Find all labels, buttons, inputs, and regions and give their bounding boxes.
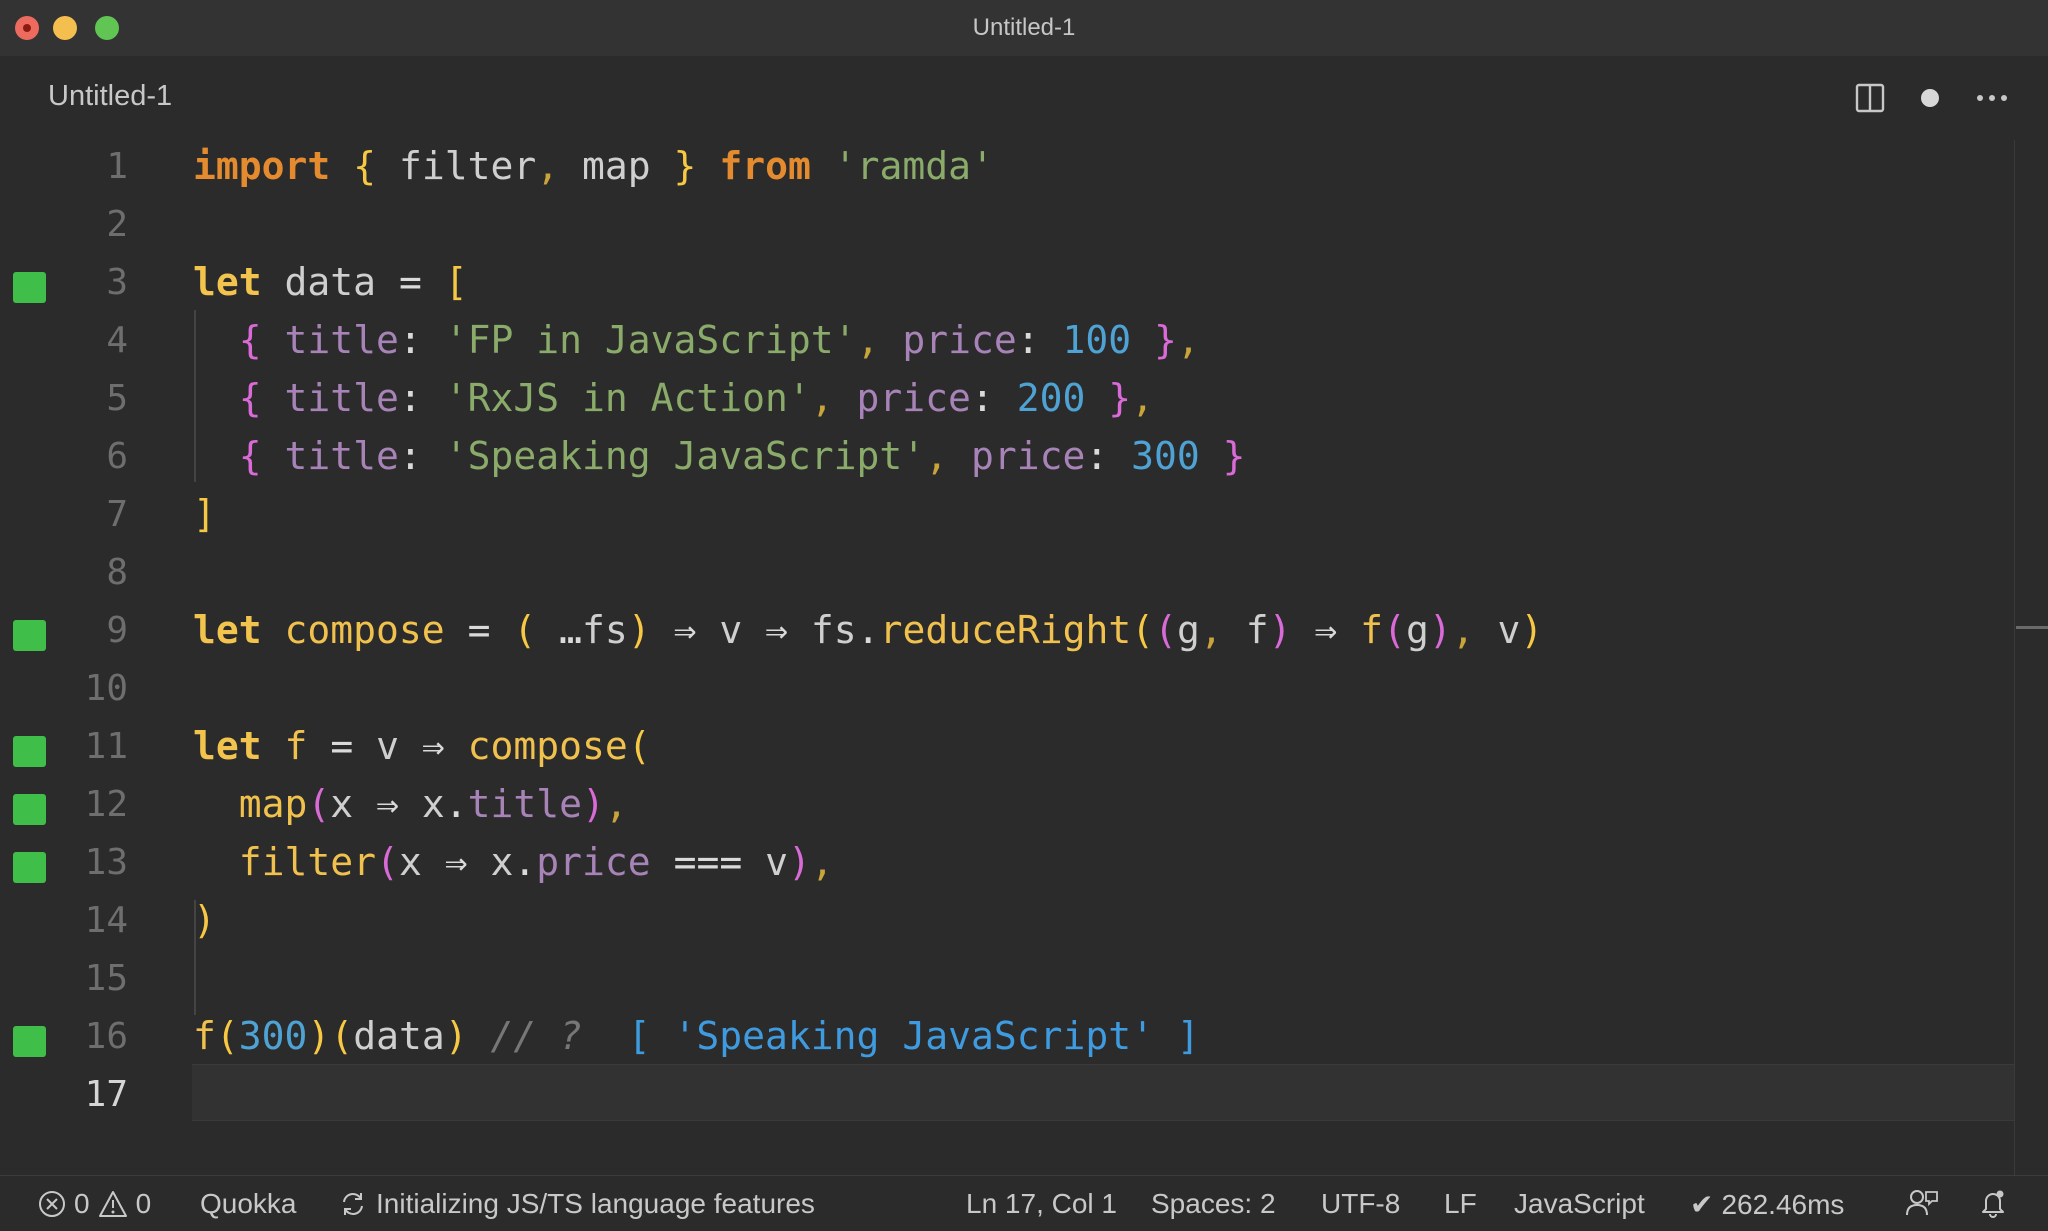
line-number: 11 <box>84 726 128 767</box>
code-line[interactable]: 7 ] <box>0 488 2014 546</box>
line-number: 16 <box>84 1016 128 1057</box>
title-bar: Untitled-1 <box>0 0 2048 56</box>
code-line[interactable]: 13 filter(x ⇒ x.price === v), <box>0 836 2014 894</box>
problems-indicator[interactable]: 0 0 <box>38 1188 151 1220</box>
language-status-text: Initializing JS/TS language features <box>376 1188 815 1219</box>
code-text: { title: 'RxJS in Action', price: 200 }, <box>238 376 1155 420</box>
line-number: 2 <box>106 204 128 245</box>
warning-icon <box>98 1191 127 1217</box>
code-editor[interactable]: 1 import { filter, map } from 'ramda' 2 … <box>0 140 2048 1175</box>
encoding[interactable]: UTF-8 <box>1321 1188 1400 1220</box>
line-number: 17 <box>84 1074 128 1115</box>
code-line[interactable]: 15 <box>0 952 2014 1010</box>
line-number: 5 <box>106 378 128 419</box>
code-line[interactable]: 1 import { filter, map } from 'ramda' <box>0 140 2014 198</box>
code-line[interactable]: 16 f(300)(data) // ? [ 'Speaking JavaScr… <box>0 1010 2014 1068</box>
code-text: filter(x ⇒ x.price === v), <box>238 840 834 884</box>
line-number: 15 <box>84 958 128 999</box>
more-actions-icon[interactable] <box>1972 78 2012 118</box>
code-text: f(300)(data) // ? [ 'Speaking JavaScript… <box>193 1014 1200 1058</box>
code-line[interactable]: 9 let compose = ( …fs) ⇒ v ⇒ fs.reduceRi… <box>0 604 2014 662</box>
line-number: 4 <box>106 320 128 361</box>
status-bar: 0 0 Quokka Initializing JS/TS language f… <box>0 1175 2048 1231</box>
quokka-coverage-marker <box>13 1026 46 1057</box>
code-line[interactable]: 14 ) <box>0 894 2014 952</box>
line-number: 14 <box>84 900 128 941</box>
quokka-coverage-marker <box>13 736 46 767</box>
warning-count: 0 <box>135 1188 152 1219</box>
line-number: 3 <box>106 262 128 303</box>
split-editor-icon[interactable] <box>1850 78 1890 118</box>
line-number: 6 <box>106 436 128 477</box>
code-text: import { filter, map } from 'ramda' <box>193 144 994 188</box>
code-text: let data = [ <box>193 260 468 304</box>
tab-bar: Untitled-1 <box>0 56 2048 140</box>
code-text: { title: 'FP in JavaScript', price: 100 … <box>238 318 1200 362</box>
bell-icon[interactable] <box>1978 1188 2008 1218</box>
line-number: 1 <box>106 146 128 187</box>
timing-value: 262.46ms <box>1721 1188 1845 1220</box>
quokka-coverage-marker <box>13 620 46 651</box>
end-of-line[interactable]: LF <box>1444 1188 1477 1220</box>
overview-ruler-marker <box>2016 626 2048 629</box>
code-text: ] <box>193 492 216 536</box>
line-number: 13 <box>84 842 128 883</box>
code-text: map(x ⇒ x.title), <box>238 782 628 826</box>
line-number: 8 <box>106 552 128 593</box>
error-count: 0 <box>74 1188 90 1219</box>
error-icon <box>39 1191 65 1217</box>
line-number: 12 <box>84 784 128 825</box>
overview-ruler[interactable] <box>2014 140 2015 1175</box>
code-line[interactable]: 11 let f = v ⇒ compose( <box>0 720 2014 778</box>
code-line[interactable]: 8 <box>0 546 2014 604</box>
quokka-inline-result: [ 'Speaking JavaScript' ] <box>627 1014 1200 1058</box>
quokka-coverage-marker <box>13 852 46 883</box>
tab-untitled-1[interactable]: Untitled-1 <box>48 80 172 113</box>
code-line[interactable]: 12 map(x ⇒ x.title), <box>0 778 2014 836</box>
code-line[interactable]: 4 { title: 'FP in JavaScript', price: 10… <box>0 314 2014 372</box>
code-line[interactable]: 2 <box>0 198 2014 256</box>
language-mode[interactable]: JavaScript <box>1514 1188 1645 1220</box>
code-text: { title: 'Speaking JavaScript', price: 3… <box>238 434 1246 478</box>
code-line[interactable]: 3 let data = [ <box>0 256 2014 314</box>
code-line[interactable]: 5 { title: 'RxJS in Action', price: 200 … <box>0 372 2014 430</box>
check-icon: ✔ <box>1690 1189 1714 1220</box>
window-title: Untitled-1 <box>972 14 1076 41</box>
indentation[interactable]: Spaces: 2 <box>1151 1188 1276 1220</box>
code-text: ) <box>193 898 216 942</box>
line-number: 10 <box>84 668 128 709</box>
code-line[interactable]: 6 { title: 'Speaking JavaScript', price:… <box>0 430 2014 488</box>
quokka-coverage-marker <box>13 272 46 303</box>
sync-icon <box>343 1193 363 1215</box>
line-number: 7 <box>106 494 128 535</box>
quokka-coverage-marker <box>13 794 46 825</box>
line-number: 9 <box>106 610 128 651</box>
code-line-current[interactable]: 17 <box>0 1068 2014 1126</box>
code-line[interactable]: 10 <box>0 662 2014 720</box>
unsaved-dot-icon[interactable] <box>1910 78 1950 118</box>
quokka-status[interactable]: Quokka <box>200 1188 297 1220</box>
feedback-icon[interactable] <box>1905 1188 1939 1218</box>
cursor-position[interactable]: Ln 17, Col 1 <box>966 1188 1117 1220</box>
language-status[interactable]: Initializing JS/TS language features <box>338 1188 815 1220</box>
code-text: let compose = ( …fs) ⇒ v ⇒ fs.reduceRigh… <box>193 608 1544 652</box>
quokka-timing[interactable]: ✔ 262.46ms <box>1690 1188 1844 1221</box>
code-text: let f = v ⇒ compose( <box>193 724 651 768</box>
